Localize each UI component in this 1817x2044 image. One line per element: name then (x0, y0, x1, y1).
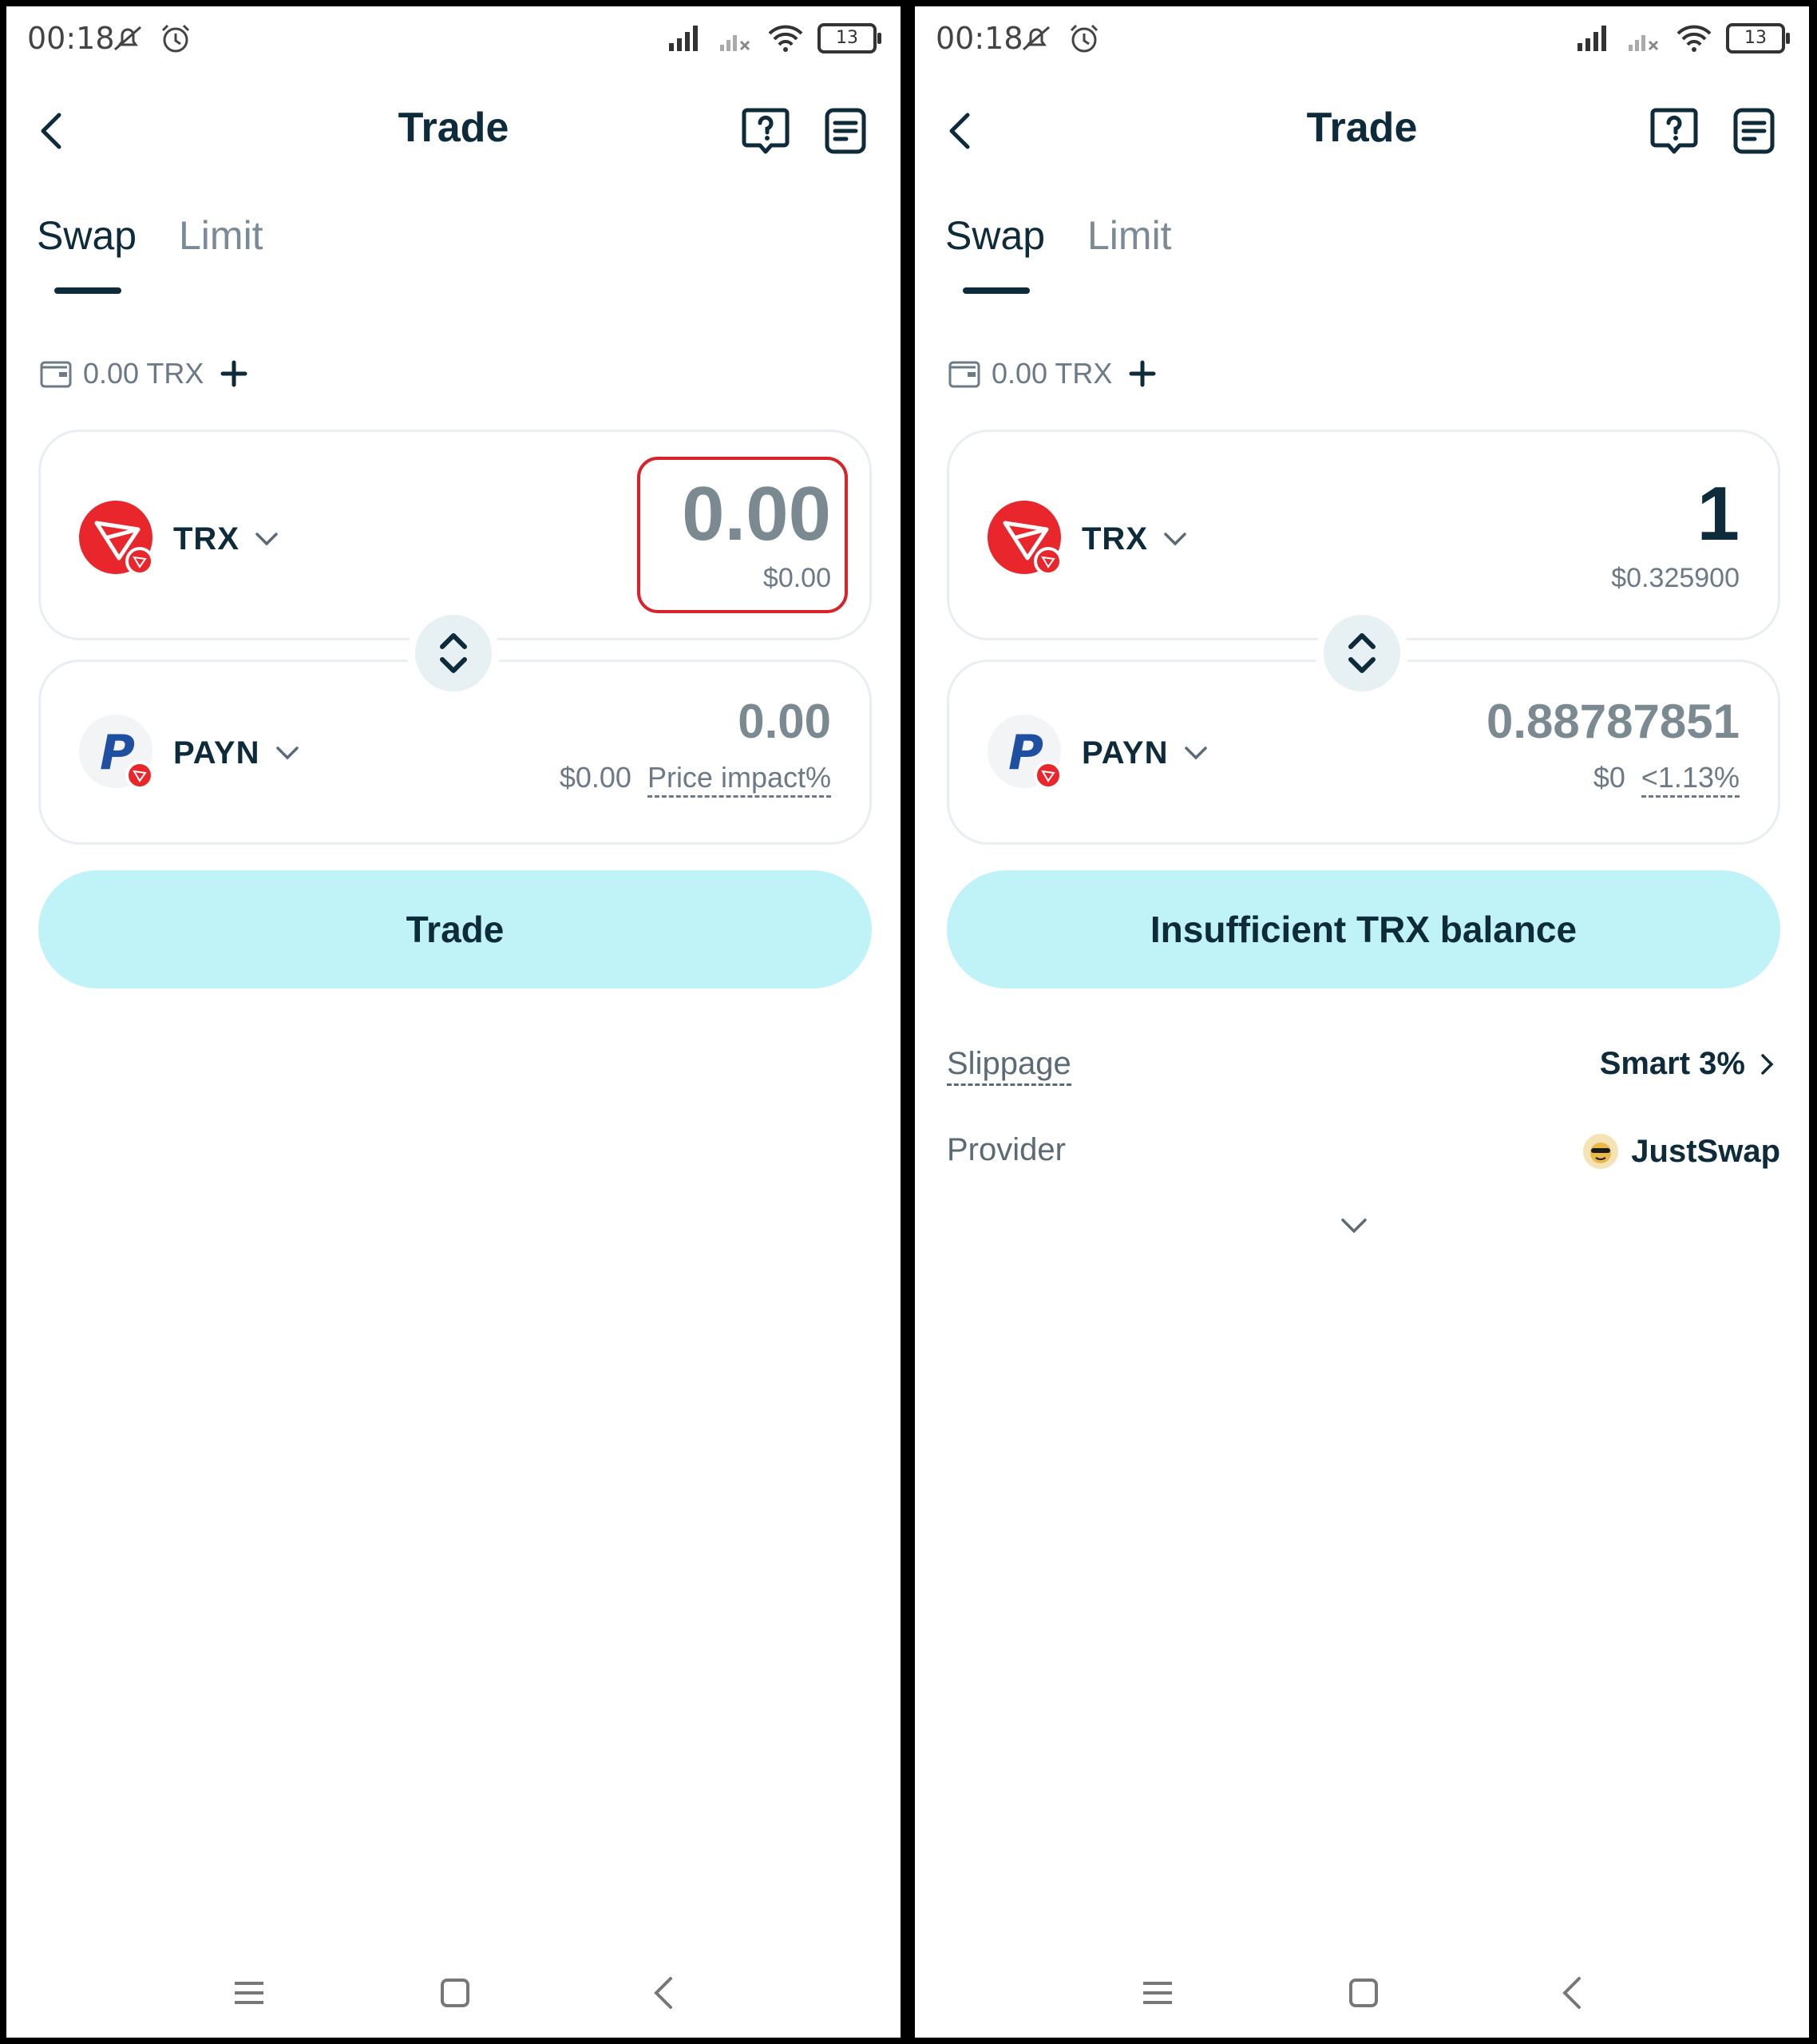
tab-swap[interactable]: Swap (945, 212, 1045, 259)
chevron-down-icon (1164, 533, 1186, 546)
swap-direction-button[interactable] (407, 607, 500, 699)
balance-text: 0.00 TRX (992, 357, 1113, 390)
history-list-icon[interactable] (819, 104, 872, 156)
to-amount-block: 0.88787851 $0 <1.13% (1486, 694, 1740, 798)
to-amount-block: 0.00 $0.00 Price impact% (559, 694, 831, 798)
slippage-value-group[interactable]: Smart 3% (1600, 1046, 1780, 1082)
balance-row: 0.00 TRX (38, 350, 250, 398)
from-token-name: TRX (1082, 521, 1148, 557)
help-question-icon[interactable] (739, 104, 792, 156)
insufficient-balance-button[interactable]: Insufficient TRX balance (947, 870, 1780, 988)
balance-text: 0.00 TRX (83, 357, 204, 390)
payn-logo: P (988, 715, 1064, 791)
status-time: 00:18 (27, 21, 115, 56)
tab-limit[interactable]: Limit (179, 212, 263, 259)
plus-icon[interactable] (218, 358, 250, 390)
signal-icon (669, 26, 698, 51)
from-amount-usd: $0.325900 (1611, 563, 1740, 593)
signal-icon (1578, 26, 1606, 51)
trx-logo (988, 501, 1064, 577)
status-bar: 00:18 13 (915, 6, 1809, 78)
to-token-selector[interactable]: P PAYN (988, 715, 1212, 791)
wifi-icon (768, 25, 803, 52)
to-amount-usd: $0.00 (559, 761, 631, 794)
swap-direction-icon (1348, 633, 1376, 673)
to-amount: 0.88787851 (1486, 695, 1740, 748)
highlight-annotation (637, 457, 848, 613)
mute-icon (114, 26, 141, 51)
nav-back-icon[interactable] (1554, 1974, 1592, 2012)
justswap-logo-icon (1583, 1134, 1619, 1169)
from-amount-block[interactable]: 1 $0.325900 (1611, 470, 1740, 594)
battery-indicator: 13 (817, 23, 881, 53)
alarm-icon (161, 24, 190, 53)
swap-direction-button[interactable] (1316, 607, 1408, 699)
plus-icon[interactable] (1126, 358, 1158, 390)
tab-active-indicator (54, 287, 121, 294)
to-amount-subrow: $0.00 Price impact% (559, 761, 831, 798)
status-time: 00:18 (936, 21, 1023, 56)
from-amount-input[interactable]: 1 (1611, 470, 1740, 558)
history-list-icon[interactable] (1728, 104, 1780, 156)
tab-active-indicator (963, 287, 1030, 294)
provider-row: Provider JustSwap (947, 1126, 1780, 1182)
to-token-selector[interactable]: P PAYN (79, 715, 303, 791)
help-question-icon[interactable] (1648, 104, 1700, 156)
menu-icon[interactable] (1138, 1974, 1177, 2012)
status-bar: 00:18 13 (6, 6, 901, 78)
wallet-icon (948, 361, 980, 388)
chevron-right-icon (1761, 1053, 1774, 1075)
battery-indicator: 13 (1726, 23, 1790, 53)
slippage-row[interactable]: Slippage Smart 3% (947, 1040, 1780, 1095)
slippage-value: Smart 3% (1599, 1046, 1745, 1081)
swap-direction-icon (440, 633, 467, 673)
tab-limit[interactable]: Limit (1087, 212, 1172, 259)
left-screen: 00:18 13 Trade Swap Limit 0.00 TRX TRX 0… (6, 6, 901, 2038)
price-impact-link[interactable]: Price impact% (647, 761, 831, 798)
from-token-name: TRX (173, 521, 239, 557)
home-icon[interactable] (1344, 1974, 1383, 2012)
to-token-name: PAYN (173, 735, 260, 770)
to-token-name: PAYN (1082, 735, 1169, 770)
chevron-down-icon (255, 533, 278, 546)
trx-logo (79, 501, 156, 577)
from-token-selector[interactable]: TRX (988, 501, 1191, 577)
alarm-icon (1070, 24, 1099, 53)
trade-button[interactable]: Trade (38, 870, 872, 988)
header: Trade (6, 86, 901, 182)
wifi-icon (1676, 25, 1712, 52)
tab-swap[interactable]: Swap (37, 212, 137, 259)
provider-label: Provider (947, 1132, 1066, 1167)
balance-row: 0.00 TRX (947, 350, 1158, 398)
home-icon[interactable] (436, 1974, 474, 2012)
to-amount-subrow: $0 <1.13% (1486, 761, 1740, 798)
nav-back-icon[interactable] (645, 1974, 683, 2012)
provider-value-group: JustSwap (1581, 1132, 1780, 1171)
header: Trade (915, 86, 1809, 182)
to-amount: 0.00 (738, 695, 831, 748)
price-impact-link[interactable]: <1.13% (1641, 761, 1740, 798)
chevron-down-icon (275, 747, 299, 760)
provider-value: JustSwap (1631, 1133, 1780, 1169)
slippage-label[interactable]: Slippage (947, 1046, 1071, 1086)
system-nav-bar (6, 1958, 901, 2038)
menu-icon[interactable] (230, 1974, 268, 2012)
system-nav-bar (915, 1958, 1809, 2038)
chevron-down-icon (1184, 747, 1207, 760)
no-signal-icon (720, 35, 750, 51)
chevron-down-icon[interactable] (1335, 1206, 1373, 1244)
to-amount-usd: $0 (1593, 761, 1625, 794)
mute-icon (1023, 26, 1050, 51)
right-screen: 00:18 13 Trade Swap Limit 0.00 TRX TRX 1… (915, 6, 1809, 2038)
payn-logo: P (79, 715, 156, 791)
from-token-selector[interactable]: TRX (79, 501, 283, 577)
wallet-icon (40, 361, 72, 388)
no-signal-icon (1629, 35, 1659, 51)
